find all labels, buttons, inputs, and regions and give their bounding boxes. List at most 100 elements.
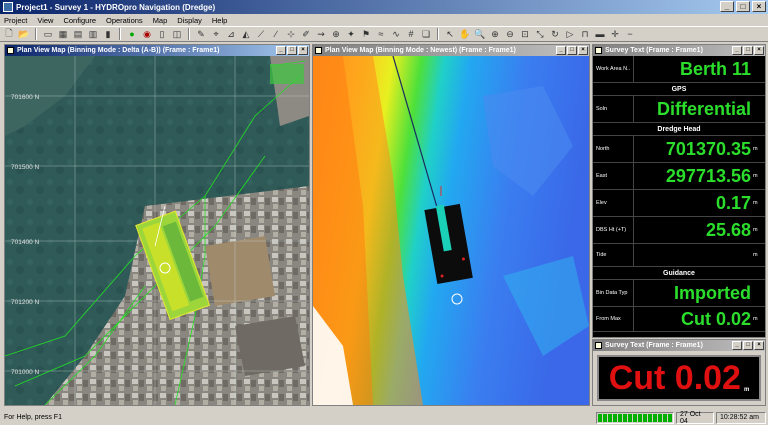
crosshair-icon[interactable]: ✛ bbox=[609, 28, 621, 40]
zoom-icon[interactable]: 🔍 bbox=[474, 28, 486, 40]
boat-icon[interactable]: ◭ bbox=[240, 28, 252, 40]
window-icon[interactable]: ▭ bbox=[42, 28, 54, 40]
waves-icon[interactable]: ∿ bbox=[390, 28, 402, 40]
pane-maximize-button[interactable]: □ bbox=[287, 46, 297, 55]
pane-minimize-button[interactable]: _ bbox=[732, 46, 742, 55]
map-window-icon bbox=[315, 47, 322, 54]
grid-icon[interactable]: # bbox=[405, 28, 417, 40]
pane-close-button[interactable]: × bbox=[578, 46, 588, 55]
pause-icon[interactable]: ▯ bbox=[156, 28, 168, 40]
pointer-icon[interactable]: ↖ bbox=[444, 28, 456, 40]
waypoint-icon[interactable]: ⊕ bbox=[330, 28, 342, 40]
point-icon[interactable]: ⊹ bbox=[285, 28, 297, 40]
pane-maximize-button[interactable]: □ bbox=[743, 341, 753, 350]
stop-icon[interactable]: ◉ bbox=[141, 28, 153, 40]
line-icon[interactable]: ∕ bbox=[270, 28, 282, 40]
row-label: Bin Data Typ bbox=[593, 280, 634, 306]
play-icon[interactable]: ▷ bbox=[564, 28, 576, 40]
close-button[interactable]: × bbox=[752, 1, 766, 12]
menu-view[interactable]: View bbox=[37, 16, 53, 25]
row-label: Soln bbox=[593, 96, 634, 122]
tide-icon[interactable]: ≈ bbox=[375, 28, 387, 40]
pane-minimize-button[interactable]: _ bbox=[732, 341, 742, 350]
aerial-map-canvas[interactable]: 701600 N 701500 N 701400 N 701200 N 7010… bbox=[5, 56, 309, 405]
row-value: Berth 11 bbox=[679, 58, 751, 79]
minus-icon[interactable]: − bbox=[624, 28, 636, 40]
pane-close-button[interactable]: × bbox=[298, 46, 308, 55]
survey-row-north: North 701370.35 m bbox=[593, 136, 765, 163]
menu-display[interactable]: Display bbox=[177, 16, 202, 25]
zoom-out-icon[interactable]: ⊖ bbox=[504, 28, 516, 40]
status-bar: For Help, press F1 27 Oct 04 10:28:52 am bbox=[0, 410, 768, 425]
window-title: Project1 - Survey 1 - HYDROpro Navigatio… bbox=[16, 2, 216, 12]
rotate-icon[interactable]: ↻ bbox=[549, 28, 561, 40]
marker-icon[interactable]: ✦ bbox=[345, 28, 357, 40]
survey-text-panel: Survey Text (Frame : Frame1) _ □ × Work … bbox=[592, 44, 766, 338]
ruler-icon[interactable]: ⟋ bbox=[255, 28, 267, 40]
pane-maximize-button[interactable]: □ bbox=[743, 46, 753, 55]
status-time: 10:28:52 am bbox=[716, 411, 766, 424]
database-icon[interactable]: ▮ bbox=[102, 28, 114, 40]
toolbar: 🗋 📂 ▭ ▦ ▤ ▥ ▮ ● ◉ ▯ ◫ ✎ ⌖ ⊿ ◭ ⟋ ∕ ⊹ ✐ ⇝ … bbox=[0, 26, 768, 42]
survey-row-tide: Tide m bbox=[593, 244, 765, 267]
survey-row-bin-data-type: Bin Data Typ Imported bbox=[593, 280, 765, 307]
pane-title: Plan View Map (Binning Mode : Newest) (F… bbox=[325, 47, 516, 54]
route-icon[interactable]: ⇝ bbox=[315, 28, 327, 40]
table-icon[interactable]: ▤ bbox=[72, 28, 84, 40]
pane-titlebar: Plan View Map (Binning Mode : Delta (A-B… bbox=[5, 45, 309, 56]
minimize-button[interactable]: _ bbox=[720, 1, 734, 12]
zoom-in-icon[interactable]: ⊕ bbox=[489, 28, 501, 40]
section-header-gps: GPS bbox=[593, 83, 765, 96]
menu-help[interactable]: Help bbox=[212, 16, 227, 25]
open-folder-icon[interactable]: 📂 bbox=[18, 28, 30, 40]
survey-row-east: East 297713.56 m bbox=[593, 163, 765, 190]
pane-titlebar: Survey Text (Frame : Frame1) _ □ × bbox=[593, 340, 765, 351]
menu-configure[interactable]: Configure bbox=[63, 16, 96, 25]
target-icon[interactable]: ⌖ bbox=[210, 28, 222, 40]
plan-view-map-newest: Plan View Map (Binning Mode : Newest) (F… bbox=[312, 44, 590, 406]
hand-pan-icon[interactable]: ✋ bbox=[459, 28, 471, 40]
toolbar-separator bbox=[119, 28, 121, 40]
pane-minimize-button[interactable]: _ bbox=[276, 46, 286, 55]
pane-title: Plan View Map (Binning Mode : Delta (A-B… bbox=[17, 47, 220, 54]
app-icon bbox=[3, 2, 13, 12]
pane-close-button[interactable]: × bbox=[754, 341, 764, 350]
plan-view-map-delta: Plan View Map (Binning Mode : Delta (A-B… bbox=[4, 44, 310, 406]
vessel-icon[interactable]: ⊿ bbox=[225, 28, 237, 40]
record-icon[interactable]: ● bbox=[126, 28, 138, 40]
row-value: Imported bbox=[673, 282, 751, 303]
menu-operations[interactable]: Operations bbox=[106, 16, 143, 25]
pane-minimize-button[interactable]: _ bbox=[556, 46, 566, 55]
row-value: Cut 0.02 bbox=[680, 308, 751, 329]
section-header-guidance: Guidance bbox=[593, 267, 765, 280]
menu-map[interactable]: Map bbox=[153, 16, 168, 25]
status-date: 27 Oct 04 bbox=[676, 411, 714, 425]
text-icon[interactable]: ▥ bbox=[87, 28, 99, 40]
row-label: DBS Ht (+T) bbox=[593, 217, 634, 243]
edit-icon[interactable]: ✐ bbox=[300, 28, 312, 40]
row-value: 297713.56 bbox=[665, 165, 751, 186]
new-file-icon[interactable]: 🗋 bbox=[3, 28, 15, 40]
menu-project[interactable]: Project bbox=[4, 16, 27, 25]
row-value: 25.68 bbox=[705, 219, 751, 240]
log-icon[interactable]: ◫ bbox=[171, 28, 183, 40]
zoom-extent-icon[interactable]: ⊡ bbox=[519, 28, 531, 40]
pen-icon[interactable]: ✎ bbox=[195, 28, 207, 40]
pane-maximize-button[interactable]: □ bbox=[567, 46, 577, 55]
pane-titlebar: Plan View Map (Binning Mode : Newest) (F… bbox=[313, 45, 589, 56]
pane-close-button[interactable]: × bbox=[754, 46, 764, 55]
row-unit: m bbox=[753, 146, 758, 152]
map-icon[interactable]: ▦ bbox=[57, 28, 69, 40]
layers-icon[interactable]: ❏ bbox=[420, 28, 432, 40]
map-window-icon bbox=[7, 47, 14, 54]
flag-icon[interactable]: ⚑ bbox=[360, 28, 372, 40]
section-icon[interactable]: ⊓ bbox=[579, 28, 591, 40]
row-unit: m bbox=[753, 316, 758, 322]
measure-icon[interactable]: ⤡ bbox=[534, 28, 546, 40]
maximize-button[interactable]: □ bbox=[736, 1, 750, 12]
bar-icon[interactable]: ▬ bbox=[594, 28, 606, 40]
row-label: North bbox=[593, 136, 634, 162]
bathymetry-map-canvas[interactable] bbox=[313, 56, 589, 405]
row-value: 0.17 bbox=[715, 192, 751, 213]
grid-label: 701500 N bbox=[11, 164, 39, 171]
